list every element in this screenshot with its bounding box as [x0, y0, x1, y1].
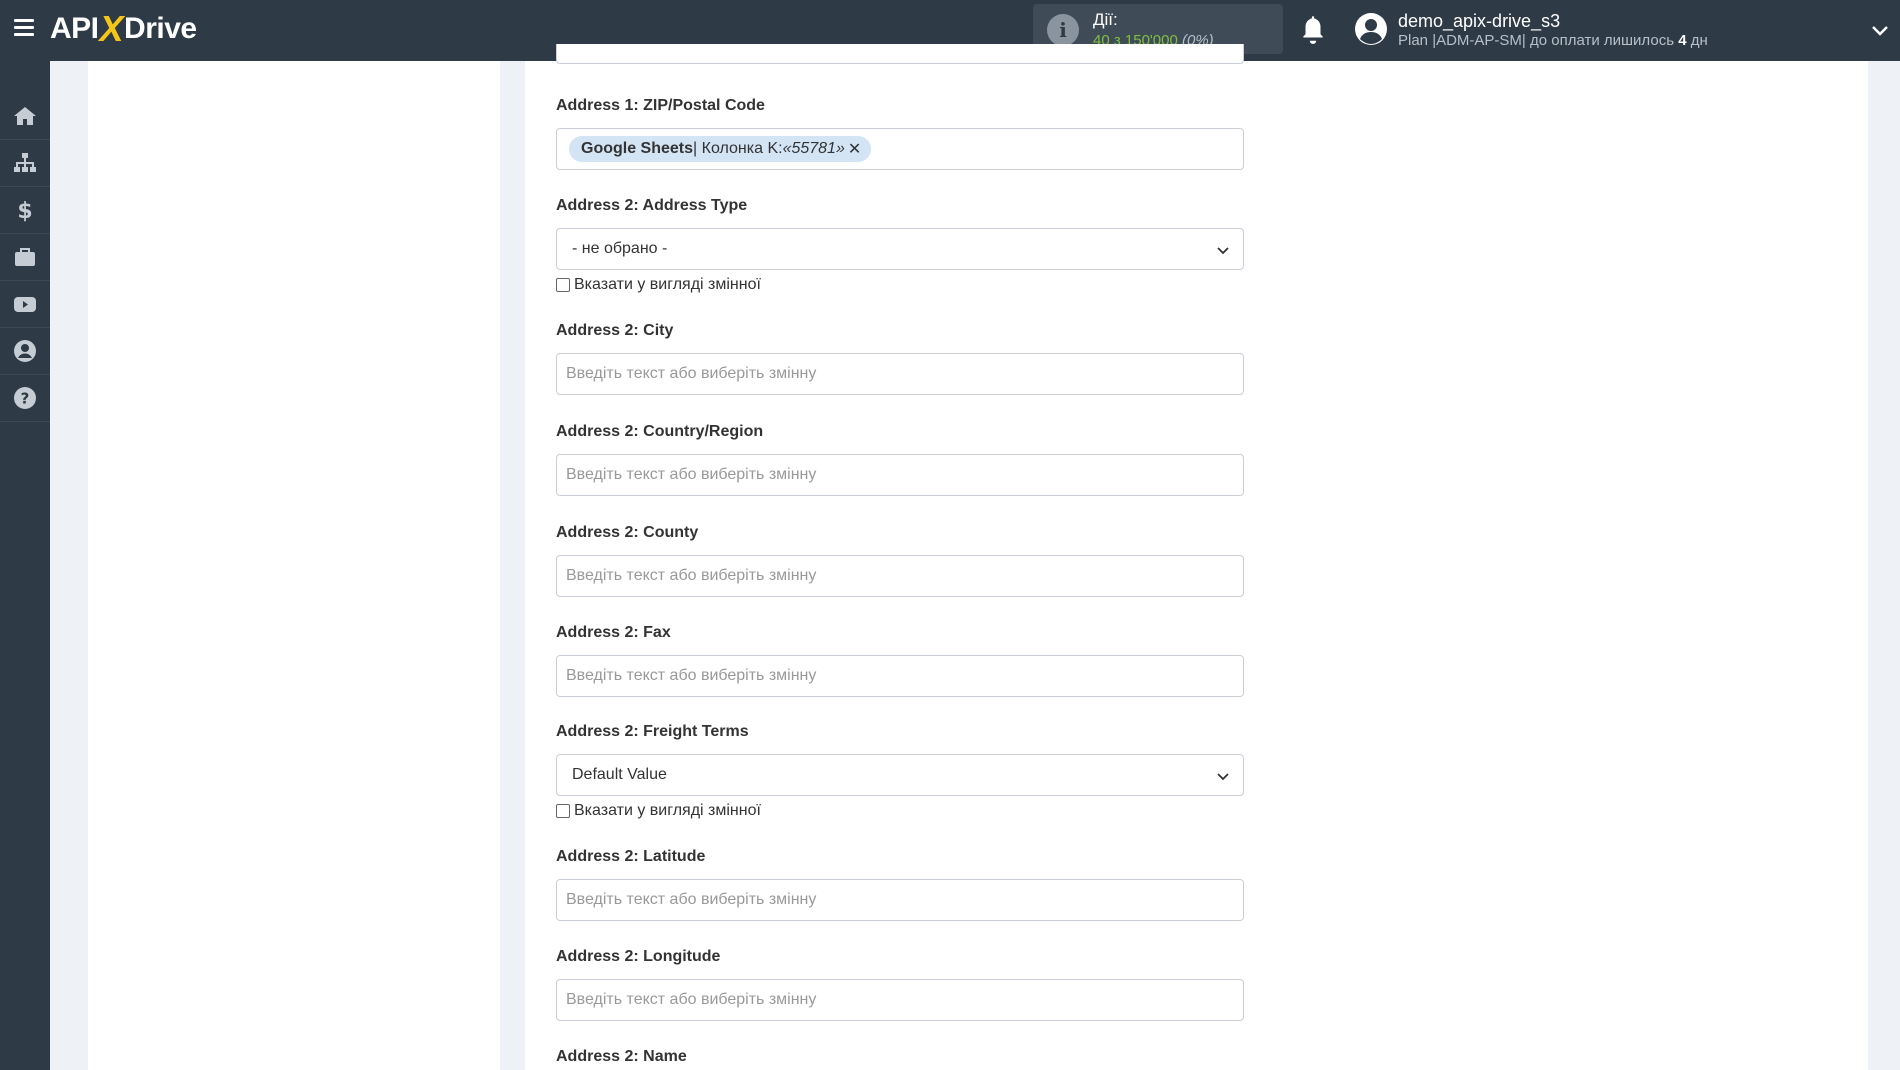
- zip-input[interactable]: Google Sheets | Колонка K: «55781» ✕: [556, 128, 1244, 170]
- field-longitude: Address 2: Longitude Введіть текст або в…: [556, 947, 1244, 1021]
- field-label: Address 2: Longitude: [556, 948, 721, 965]
- select-value: Default Value: [572, 766, 667, 783]
- logo-x-text: X: [99, 8, 124, 49]
- previous-field-input[interactable]: [556, 44, 1244, 64]
- field-label: Address 2: Latitude: [556, 848, 706, 865]
- plan-prefix: Plan |ADM-AP-SM| до оплати лишилось: [1398, 32, 1675, 49]
- field-label: Address 1: ZIP/Postal Code: [556, 97, 765, 114]
- left-panel: [88, 61, 500, 1070]
- briefcase-icon: [15, 248, 35, 266]
- user-name[interactable]: demo_apix-drive_s3: [1398, 11, 1560, 32]
- freight-terms-select[interactable]: Default Value: [556, 754, 1244, 796]
- variable-checkbox-row[interactable]: Вказати у вигляді змінної: [556, 276, 1244, 294]
- tag-source: Google Sheets: [581, 140, 694, 157]
- menu-toggle-icon[interactable]: [14, 19, 34, 37]
- field-label: Address 2: Country/Region: [556, 423, 764, 440]
- sidebar-item-home[interactable]: [0, 93, 50, 140]
- chevron-down-icon: [1217, 247, 1229, 255]
- user-plan: Plan |ADM-AP-SM| до оплати лишилось 4 дн: [1398, 32, 1708, 49]
- field-zip: Address 1: ZIP/Postal Code Google Sheets…: [556, 96, 1244, 170]
- bell-icon[interactable]: [1300, 15, 1326, 45]
- field-label: Address 2: Address Type: [556, 197, 748, 214]
- dollar-icon: $: [17, 199, 32, 222]
- longitude-input[interactable]: Введіть текст або виберіть змінну: [556, 979, 1244, 1021]
- address-type-select[interactable]: - не обрано -: [556, 228, 1244, 270]
- variable-tag[interactable]: Google Sheets | Колонка K: «55781» ✕: [569, 136, 872, 162]
- chevron-down-icon: [1217, 773, 1229, 781]
- city-input[interactable]: Введіть текст або виберіть змінну: [556, 353, 1244, 395]
- svg-text:?: ?: [21, 390, 30, 408]
- field-fax: Address 2: Fax Введіть текст або виберіт…: [556, 623, 1244, 697]
- checkbox-label[interactable]: Вказати у вигляді змінної: [574, 802, 761, 820]
- field-city: Address 2: City Введіть текст або вибері…: [556, 321, 1244, 395]
- field-label: Address 2: Name: [556, 1048, 687, 1065]
- field-label: Address 2: Fax: [556, 624, 671, 641]
- field-latitude: Address 2: Latitude Введіть текст або ви…: [556, 847, 1244, 921]
- actions-label: Дії:: [1093, 10, 1118, 29]
- field-county: Address 2: County Введіть текст або вибе…: [556, 523, 1244, 597]
- sitemap-icon: [14, 153, 36, 172]
- svg-text:$: $: [17, 199, 32, 222]
- info-icon: i: [1047, 14, 1079, 46]
- field-label: Address 2: City: [556, 322, 674, 339]
- variable-checkbox-row[interactable]: Вказати у вигляді змінної: [556, 802, 1244, 820]
- user-avatar-icon[interactable]: [1355, 13, 1387, 45]
- close-icon[interactable]: ✕: [848, 139, 861, 159]
- home-icon: [14, 107, 36, 125]
- select-value: - не обрано -: [572, 240, 668, 257]
- field-name: Address 2: Name: [556, 1047, 1244, 1067]
- county-input[interactable]: Введіть текст або виберіть змінну: [556, 555, 1244, 597]
- left-sidebar: $ ?: [0, 61, 50, 1070]
- youtube-icon: [14, 297, 36, 312]
- field-label: Address 2: County: [556, 524, 699, 541]
- logo-api-text: API: [50, 12, 99, 45]
- tag-column: | Колонка K:: [693, 140, 783, 157]
- field-freight-terms: Address 2: Freight Terms Default Value В…: [556, 722, 1244, 820]
- variable-checkbox[interactable]: [556, 278, 570, 292]
- tag-value: «55781»: [782, 140, 845, 157]
- sidebar-item-billing[interactable]: $: [0, 187, 50, 234]
- help-icon: ?: [14, 387, 36, 409]
- field-label: Address 2: Freight Terms: [556, 723, 749, 740]
- sidebar-item-connections[interactable]: [0, 140, 50, 187]
- chevron-down-icon[interactable]: [1870, 20, 1890, 40]
- plan-days: 4: [1678, 32, 1687, 49]
- logo-drive-text: Drive: [124, 12, 197, 45]
- sidebar-item-services[interactable]: [0, 234, 50, 281]
- sidebar-item-video[interactable]: [0, 281, 50, 328]
- logo[interactable]: API X Drive: [50, 8, 197, 49]
- fax-input[interactable]: Введіть текст або виберіть змінну: [556, 655, 1244, 697]
- sidebar-item-help[interactable]: ?: [0, 375, 50, 422]
- latitude-input[interactable]: Введіть текст або виберіть змінну: [556, 879, 1244, 921]
- sidebar-item-profile[interactable]: [0, 328, 50, 375]
- user-icon: [14, 340, 36, 362]
- variable-checkbox[interactable]: [556, 804, 570, 818]
- field-address-type: Address 2: Address Type - не обрано - Вк…: [556, 196, 1244, 294]
- country-region-input[interactable]: Введіть текст або виберіть змінну: [556, 454, 1244, 496]
- plan-suffix: дн: [1690, 32, 1708, 49]
- field-country-region: Address 2: Country/Region Введіть текст …: [556, 422, 1244, 496]
- checkbox-label[interactable]: Вказати у вигляді змінної: [574, 276, 761, 294]
